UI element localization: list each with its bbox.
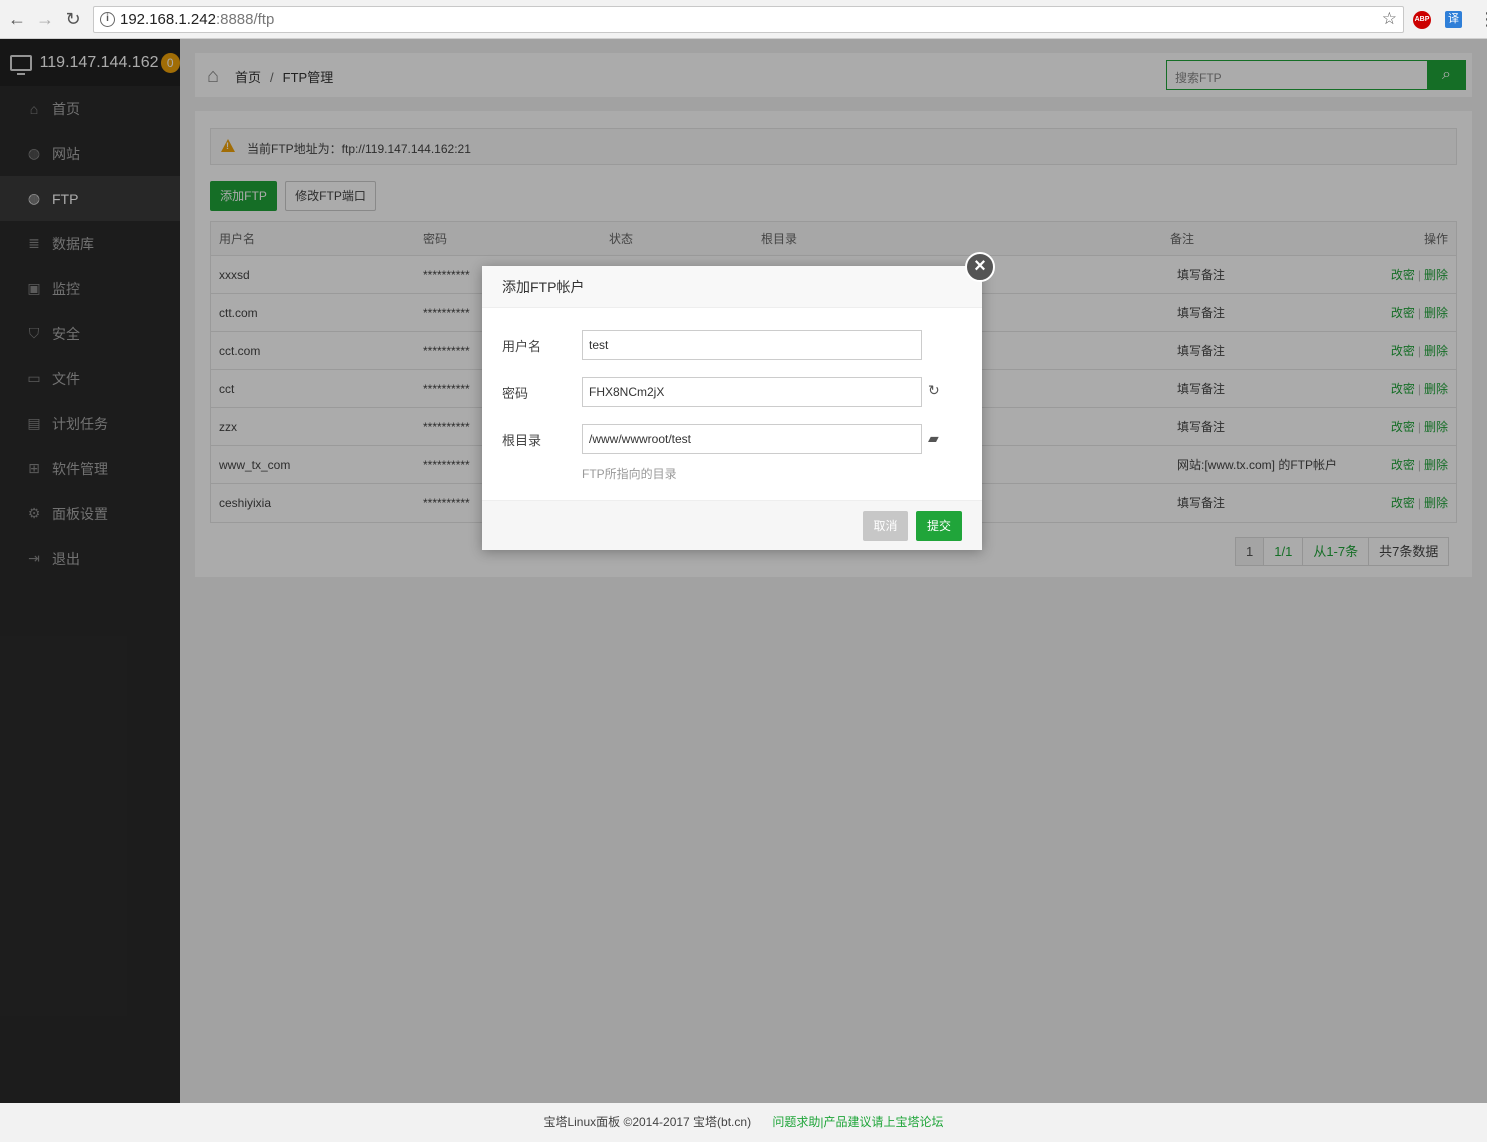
footer-copyright: 宝塔Linux面板 ©2014-2017 宝塔(bt.cn): [543, 1115, 752, 1129]
refresh-password-icon[interactable]: ↻: [928, 382, 940, 399]
password-field[interactable]: FHX8NCm2jX: [582, 377, 922, 407]
submit-button[interactable]: 提交: [916, 511, 962, 541]
dialog-footer: 取消 提交: [482, 500, 982, 550]
close-icon[interactable]: ×: [965, 252, 995, 282]
forum-link[interactable]: 问题求助|产品建议请上宝塔论坛: [772, 1115, 943, 1129]
address-bar[interactable]: i 192.168.1.242:8888/ftp ☆: [93, 6, 1404, 33]
password-label: 密码: [502, 386, 529, 401]
browser-toolbar: ← → ↻ i 192.168.1.242:8888/ftp ☆ ABP 译 ⋮: [0, 0, 1487, 39]
forward-icon[interactable]: →: [34, 8, 56, 30]
dialog-title: 添加FTP帐户: [482, 266, 982, 308]
info-icon[interactable]: i: [100, 12, 115, 27]
adblock-icon[interactable]: ABP: [1413, 11, 1431, 29]
bookmark-star-icon[interactable]: ☆: [1382, 9, 1397, 29]
translate-icon[interactable]: 译: [1445, 11, 1462, 28]
add-ftp-dialog: 添加FTP帐户 × 用户名 test 密码 FHX8NCm2jX ↻ 根目录 /…: [482, 252, 995, 550]
rootdir-hint: FTP所指向的目录: [582, 467, 677, 481]
back-icon[interactable]: ←: [6, 8, 28, 30]
url-text: 192.168.1.242:8888/ftp: [120, 11, 275, 28]
modal-overlay[interactable]: [0, 39, 1487, 1103]
reload-icon[interactable]: ↻: [62, 8, 84, 30]
cancel-button[interactable]: 取消: [863, 511, 908, 541]
username-label: 用户名: [502, 339, 542, 354]
username-field[interactable]: test: [582, 330, 922, 360]
rootdir-label: 根目录: [502, 433, 542, 448]
rootdir-field[interactable]: /www/wwwroot/test: [582, 424, 922, 454]
folder-open-icon[interactable]: ▰: [928, 430, 939, 447]
footer: 宝塔Linux面板 ©2014-2017 宝塔(bt.cn) 问题求助|产品建议…: [0, 1103, 1487, 1142]
browser-menu-icon[interactable]: ⋮: [1478, 9, 1487, 29]
